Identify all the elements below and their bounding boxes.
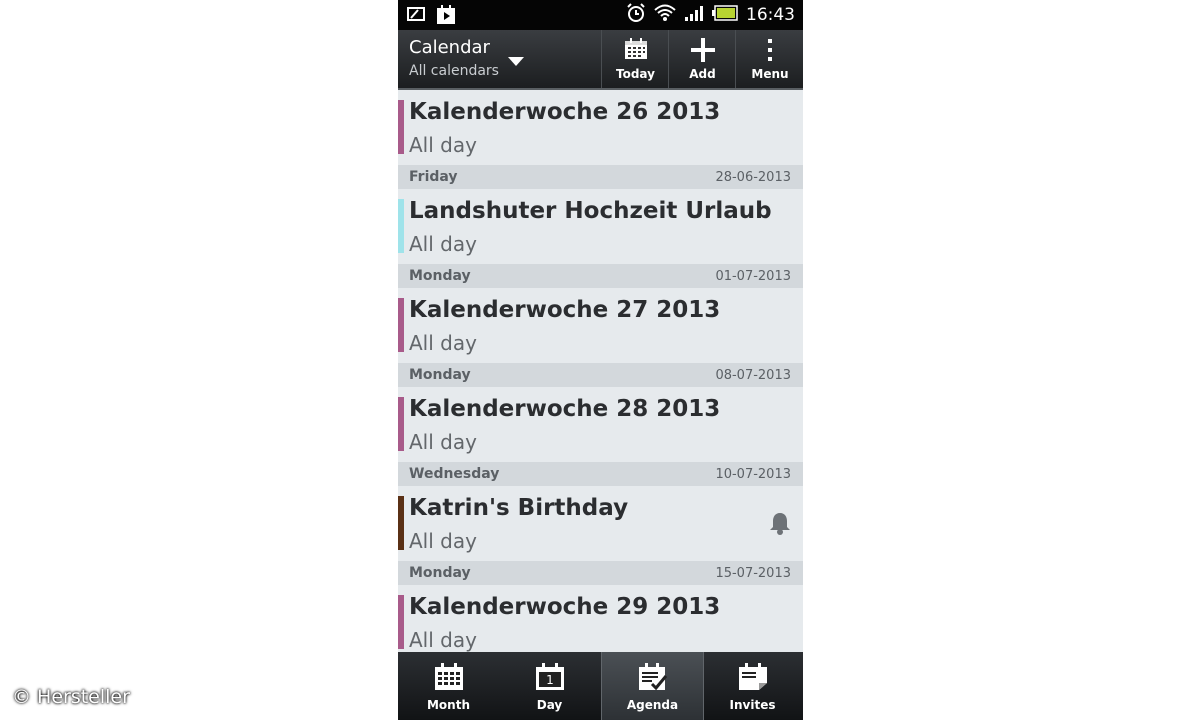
calendar-color-bar xyxy=(398,199,404,253)
day-number: 1 xyxy=(546,673,554,687)
image-credit: © Hersteller xyxy=(12,686,130,708)
status-bar: 16:43 xyxy=(398,0,803,30)
month-grid-icon xyxy=(434,663,463,690)
menu-button[interactable]: Menu xyxy=(735,30,803,88)
battery-icon xyxy=(712,5,738,25)
event-title: Katrin's Birthday xyxy=(409,495,629,521)
event-time: All day xyxy=(409,232,477,256)
agenda-list[interactable]: Kalenderwoche 26 2013 All day Friday 28-… xyxy=(398,90,803,652)
bottom-tab-bar: Month 1 Day Agenda Invites xyxy=(398,652,803,720)
tab-invites[interactable]: Invites xyxy=(702,652,803,720)
day-name: Monday xyxy=(409,565,471,581)
clock: 16:43 xyxy=(746,5,795,25)
day-header: Monday 15-07-2013 xyxy=(398,561,803,585)
app-title: Calendar xyxy=(409,37,490,58)
reminder-bell-icon xyxy=(769,511,791,539)
agenda-event[interactable]: Kalenderwoche 27 2013 All day xyxy=(398,288,803,363)
signal-icon xyxy=(684,4,704,26)
day-header: Monday 08-07-2013 xyxy=(398,363,803,387)
day-date: 10-07-2013 xyxy=(715,467,791,482)
agenda-event[interactable]: Kalenderwoche 29 2013 All day xyxy=(398,585,803,652)
calendar-color-bar xyxy=(398,100,404,154)
day-header: Friday 28-06-2013 xyxy=(398,165,803,189)
event-time: All day xyxy=(409,529,477,553)
menu-button-label: Menu xyxy=(751,67,789,81)
day-date: 01-07-2013 xyxy=(715,269,791,284)
day-name: Friday xyxy=(409,169,458,185)
agenda-event[interactable]: Landshuter Hochzeit Urlaub All day xyxy=(398,189,803,264)
calendar-grid-icon xyxy=(624,38,647,59)
tab-agenda-label: Agenda xyxy=(626,698,679,712)
event-time: All day xyxy=(409,331,477,355)
tab-day-label: Day xyxy=(536,698,563,712)
event-time: All day xyxy=(409,430,477,454)
screenshot-icon xyxy=(406,5,428,29)
today-button[interactable]: Today xyxy=(601,30,669,88)
add-button[interactable]: Add xyxy=(668,30,736,88)
event-time: All day xyxy=(409,133,477,157)
event-time: All day xyxy=(409,628,477,652)
day-name: Monday xyxy=(409,367,471,383)
tab-month-label: Month xyxy=(426,698,470,712)
calendar-color-bar xyxy=(398,496,404,550)
tab-month[interactable]: Month xyxy=(398,652,499,720)
day-date: 28-06-2013 xyxy=(715,170,791,185)
agenda-event[interactable]: Kalenderwoche 26 2013 All day xyxy=(398,90,803,165)
overflow-menu-icon xyxy=(768,39,772,61)
day-name: Monday xyxy=(409,268,471,284)
day-header: Monday 01-07-2013 xyxy=(398,264,803,288)
alarm-icon xyxy=(626,3,646,27)
add-button-label: Add xyxy=(689,67,716,81)
calendar-filter-label: All calendars xyxy=(409,63,499,79)
tab-day[interactable]: 1 Day xyxy=(499,652,600,720)
day-date: 08-07-2013 xyxy=(715,368,791,383)
invites-icon xyxy=(738,663,767,690)
calendar-color-bar xyxy=(398,595,404,649)
day-name: Wednesday xyxy=(409,466,500,482)
event-title: Kalenderwoche 27 2013 xyxy=(409,297,721,323)
day-calendar-icon: 1 xyxy=(535,663,564,690)
agenda-checklist-icon xyxy=(638,663,667,691)
tab-agenda[interactable]: Agenda xyxy=(601,652,704,720)
day-date: 15-07-2013 xyxy=(715,566,791,581)
play-store-icon xyxy=(436,5,456,29)
wifi-icon xyxy=(654,4,676,26)
event-title: Kalenderwoche 29 2013 xyxy=(409,594,721,620)
dropdown-arrow-icon[interactable] xyxy=(508,52,524,71)
phone-screen: 16:43 Calendar All calendars Today Add M… xyxy=(398,0,803,720)
action-bar: Calendar All calendars Today Add Menu xyxy=(398,30,803,90)
calendar-color-bar xyxy=(398,397,404,451)
event-title: Kalenderwoche 28 2013 xyxy=(409,396,721,422)
event-title: Kalenderwoche 26 2013 xyxy=(409,99,721,125)
agenda-event[interactable]: Katrin's Birthday All day xyxy=(398,486,803,561)
plus-icon xyxy=(690,38,715,62)
event-title: Landshuter Hochzeit Urlaub xyxy=(409,198,772,224)
calendar-color-bar xyxy=(398,298,404,352)
day-header: Wednesday 10-07-2013 xyxy=(398,462,803,486)
today-button-label: Today xyxy=(616,67,655,81)
tab-invites-label: Invites xyxy=(729,698,776,712)
agenda-event[interactable]: Kalenderwoche 28 2013 All day xyxy=(398,387,803,462)
